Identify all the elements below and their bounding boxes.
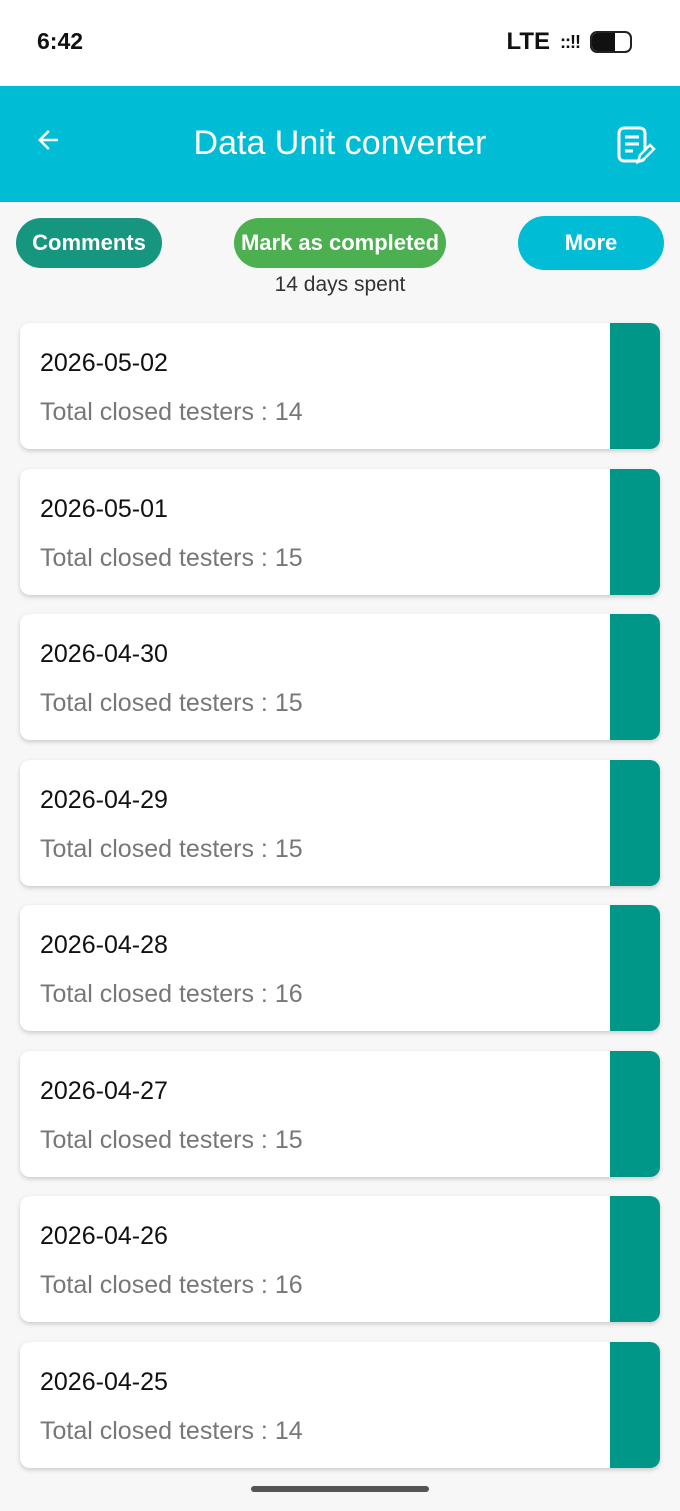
status-bar: 6:42 LTE ::!! <box>0 0 680 86</box>
battery-level <box>592 33 615 51</box>
battery-icon <box>590 31 632 53</box>
entry-testers: Total closed testers : 15 <box>40 1125 303 1154</box>
home-indicator[interactable] <box>251 1486 429 1492</box>
signal-icon: ::!! <box>560 31 581 52</box>
page-title: Data Unit converter <box>193 124 487 162</box>
list-item[interactable]: 2026-04-25 Total closed testers : 14 <box>20 1341 660 1468</box>
entry-testers: Total closed testers : 15 <box>40 543 303 572</box>
entry-date: 2026-04-25 <box>40 1367 168 1396</box>
entry-date: 2026-04-26 <box>40 1222 168 1250</box>
list-item[interactable]: 2026-05-02 Total closed testers : 14 <box>20 323 660 449</box>
edit-note-button[interactable] <box>610 120 662 172</box>
days-spent-label: 14 days spent <box>274 273 406 296</box>
status-indicators: LTE ::!! <box>506 28 632 56</box>
list-item[interactable]: 2026-04-28 Total closed testers : 16 <box>20 905 660 1031</box>
list-item[interactable]: 2026-04-30 Total closed testers : 15 <box>20 614 660 740</box>
status-strip <box>610 1196 660 1322</box>
more-button[interactable]: More <box>518 216 664 270</box>
tester-log-list: 2026-05-02 Total closed testers : 14 202… <box>20 323 660 1487</box>
status-strip <box>610 614 660 740</box>
status-strip <box>610 1341 660 1468</box>
entry-date: 2026-04-30 <box>40 640 168 668</box>
status-strip <box>610 468 660 595</box>
entry-testers: Total closed testers : 14 <box>40 1416 303 1445</box>
list-item[interactable]: 2026-05-01 Total closed testers : 15 <box>20 468 660 595</box>
entry-date: 2026-05-02 <box>40 349 168 377</box>
entry-testers: Total closed testers : 15 <box>40 689 303 717</box>
status-strip <box>610 905 660 1031</box>
entry-date: 2026-04-27 <box>40 1076 168 1105</box>
list-item[interactable]: 2026-04-27 Total closed testers : 15 <box>20 1050 660 1177</box>
entry-date: 2026-04-28 <box>40 931 168 959</box>
list-item[interactable]: 2026-04-29 Total closed testers : 15 <box>20 759 660 886</box>
entry-testers: Total closed testers : 16 <box>40 1271 303 1299</box>
comments-button[interactable]: Comments <box>16 218 162 268</box>
app-bar: Data Unit converter <box>0 86 680 202</box>
mark-completed-button[interactable]: Mark as completed <box>234 218 446 268</box>
status-strip <box>610 323 660 449</box>
status-strip <box>610 759 660 886</box>
entry-testers: Total closed testers : 14 <box>40 398 303 426</box>
entry-date: 2026-05-01 <box>40 494 168 523</box>
entry-testers: Total closed testers : 15 <box>40 834 303 863</box>
entry-testers: Total closed testers : 16 <box>40 980 303 1008</box>
edit-note-icon <box>617 126 656 165</box>
status-time: 6:42 <box>37 28 84 54</box>
list-item[interactable]: 2026-04-26 Total closed testers : 16 <box>20 1196 660 1322</box>
network-type: LTE <box>506 28 551 55</box>
status-strip <box>610 1050 660 1177</box>
entry-date: 2026-04-29 <box>40 785 168 814</box>
